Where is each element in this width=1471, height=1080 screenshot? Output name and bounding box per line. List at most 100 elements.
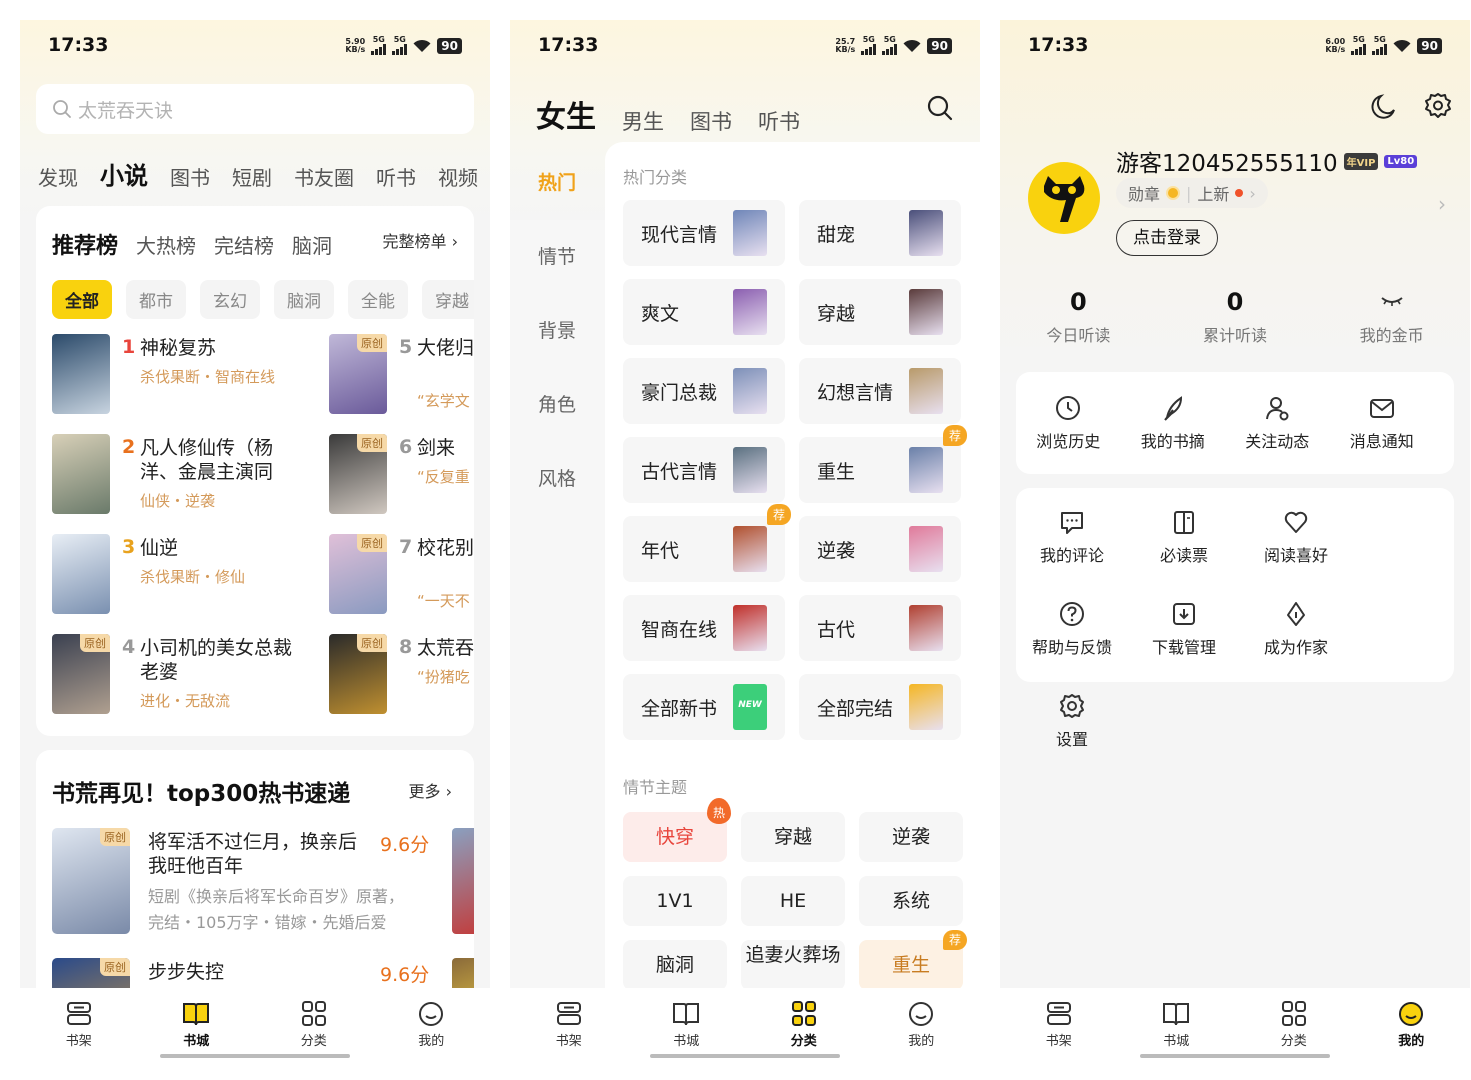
book-cover[interactable]	[452, 828, 474, 934]
hot-more-link[interactable]: 更多 ›	[409, 778, 453, 802]
search-input[interactable]: 太荒吞天诀	[36, 84, 474, 134]
chip-all[interactable]: 全部	[52, 280, 112, 319]
chip-brainhole[interactable]: 脑洞	[274, 280, 334, 319]
topic-chip[interactable]: 1V1	[623, 876, 727, 926]
category-tile[interactable]: 爽文	[623, 279, 785, 345]
menu-item-pen-nib[interactable]: 成为作家	[1240, 580, 1352, 672]
grid-icon	[301, 1001, 326, 1026]
rank-item[interactable]: 原创 6 剑来 “反复重	[329, 434, 474, 516]
category-tile[interactable]: 现代言情	[623, 200, 785, 266]
tab-novel[interactable]: 小说	[98, 156, 148, 191]
tab-video[interactable]: 视频	[438, 162, 478, 191]
medal-bar[interactable]: 勋章 | 上新 ›	[1116, 178, 1268, 208]
nav-mine[interactable]: 我的	[373, 988, 491, 1060]
chevron-right-icon: ›	[1249, 183, 1256, 203]
stat-coins[interactable]: 我的金币	[1313, 288, 1470, 346]
sidebar-item-hot[interactable]: 热门	[510, 160, 605, 234]
gear-icon	[1060, 694, 1084, 718]
nav-bookshelf[interactable]: 书架	[1000, 988, 1118, 1060]
menu-item-ticket-book[interactable]: 必读票	[1128, 488, 1240, 580]
rank-item[interactable]: 原创 5大佬归金她不 “玄学文	[329, 334, 474, 416]
sidebar-item-style[interactable]: 风格	[510, 456, 605, 530]
rank-item[interactable]: 原创 8 太荒吞 “扮猪吃	[329, 634, 474, 716]
stat-total[interactable]: 0 累计听读	[1157, 288, 1314, 346]
rank-tab-finished[interactable]: 完结榜	[214, 230, 274, 259]
moon-icon[interactable]	[1370, 92, 1398, 120]
login-button[interactable]: 点击登录	[1116, 220, 1218, 256]
nav-bookstore[interactable]: 书城	[1118, 988, 1236, 1060]
category-tile[interactable]: 甜宠	[799, 200, 961, 266]
category-tile[interactable]: 智商在线	[623, 595, 785, 661]
nav-category[interactable]: 分类	[255, 988, 373, 1060]
category-tile[interactable]: 重生 荐	[799, 425, 967, 503]
category-label: 年代	[641, 540, 680, 562]
gear-icon[interactable]	[1424, 92, 1452, 120]
nav-mine[interactable]: 我的	[1353, 988, 1471, 1060]
chip-timetravel[interactable]: 穿越	[422, 280, 474, 319]
rank-tab-hot[interactable]: 大热榜	[136, 230, 196, 259]
category-label: 智商在线	[641, 619, 718, 641]
rank-item[interactable]: 3 仙逆 杀伐果断・修仙	[52, 534, 322, 616]
rank-tab-brainhole[interactable]: 脑洞	[292, 230, 332, 259]
tab-male[interactable]: 男生	[622, 106, 664, 136]
avatar[interactable]	[1028, 162, 1100, 234]
topic-chip[interactable]: 追妻火葬场	[741, 940, 845, 990]
status-bar: 17:33 25.7 KB/s 5G 5G 90	[510, 20, 980, 72]
tab-books[interactable]: 图书	[690, 106, 732, 136]
category-tile[interactable]: 古代	[799, 595, 961, 661]
category-tile[interactable]: 年代 荐	[623, 504, 791, 582]
category-tile[interactable]: 逆袭	[799, 516, 961, 582]
topic-chip[interactable]: HE	[741, 876, 845, 926]
menu-item-comment[interactable]: 我的评论	[1016, 488, 1128, 580]
tab-short-drama[interactable]: 短剧	[232, 162, 272, 191]
menu-item-clock[interactable]: 浏览历史	[1016, 372, 1121, 472]
category-tile[interactable]: 全部新书 NEW	[623, 674, 785, 740]
sidebar-item-plot[interactable]: 情节	[510, 234, 605, 308]
menu-item-download[interactable]: 下载管理	[1128, 580, 1240, 672]
tab-audio[interactable]: 听书	[376, 162, 416, 191]
tab-books[interactable]: 图书	[170, 162, 210, 191]
sidebar-item-background[interactable]: 背景	[510, 308, 605, 382]
menu-item-gear[interactable]: 设置	[1016, 672, 1128, 764]
nav-bookstore[interactable]: 书城	[628, 988, 746, 1060]
tab-community[interactable]: 书友圈	[294, 162, 354, 191]
menu-item-heart[interactable]: 阅读喜好	[1240, 488, 1352, 580]
menu-item-user-follow[interactable]: 关注动态	[1225, 372, 1330, 472]
chip-fantasy[interactable]: 玄幻	[200, 280, 260, 319]
nav-bookshelf[interactable]: 书架	[20, 988, 138, 1060]
topic-chip[interactable]: 系统	[859, 876, 963, 926]
nav-category[interactable]: 分类	[745, 988, 863, 1060]
chip-allround[interactable]: 全能	[348, 280, 408, 319]
rank-more-link[interactable]: 完整榜单 ›	[376, 224, 474, 258]
tab-discover[interactable]: 发现	[38, 162, 78, 191]
rank-item[interactable]: 2 凡人修仙传（杨洋、金晨主演同 仙侠・逆袭	[52, 434, 322, 516]
topic-chip[interactable]: 快穿热	[623, 798, 731, 862]
chip-city[interactable]: 都市	[126, 280, 186, 319]
topic-chip[interactable]: 穿越	[741, 812, 845, 862]
nav-category[interactable]: 分类	[1235, 988, 1353, 1060]
category-tile[interactable]: 幻想言情	[799, 358, 961, 424]
rank-item[interactable]: 原创 4 小司机的美女总裁老婆 进化・无敌流	[52, 634, 322, 716]
rank-item[interactable]: 1 神秘复苏 杀伐果断・智商在线	[52, 334, 322, 416]
stat-today[interactable]: 0 今日听读	[1000, 288, 1157, 346]
rank-tab-recommend[interactable]: 推荐榜	[52, 228, 118, 260]
rank-item[interactable]: 原创 7校花别冷女同 “一天不	[329, 534, 474, 616]
sidebar-item-role[interactable]: 角色	[510, 382, 605, 456]
category-tile[interactable]: 豪门总裁	[623, 358, 785, 424]
search-icon[interactable]	[926, 94, 954, 122]
menu-item-help[interactable]: 帮助与反馈	[1016, 580, 1128, 672]
nav-bookshelf[interactable]: 书架	[510, 988, 628, 1060]
category-tile[interactable]: 全部完结	[799, 674, 961, 740]
topic-chip[interactable]: 脑洞	[623, 940, 727, 990]
nav-bookstore[interactable]: 书城	[138, 988, 256, 1060]
nav-mine[interactable]: 我的	[863, 988, 981, 1060]
tab-audio[interactable]: 听书	[758, 106, 800, 136]
menu-item-mail[interactable]: 消息通知	[1330, 372, 1435, 472]
category-tile[interactable]: 穿越	[799, 279, 961, 345]
menu-item-quill[interactable]: 我的书摘	[1121, 372, 1226, 472]
category-tile[interactable]: 古代言情	[623, 437, 785, 503]
tab-female[interactable]: 女生	[536, 92, 596, 136]
topic-chip[interactable]: 重生荐	[859, 930, 967, 990]
chevron-right-icon[interactable]: ›	[1438, 192, 1446, 216]
topic-chip[interactable]: 逆袭	[859, 812, 963, 862]
